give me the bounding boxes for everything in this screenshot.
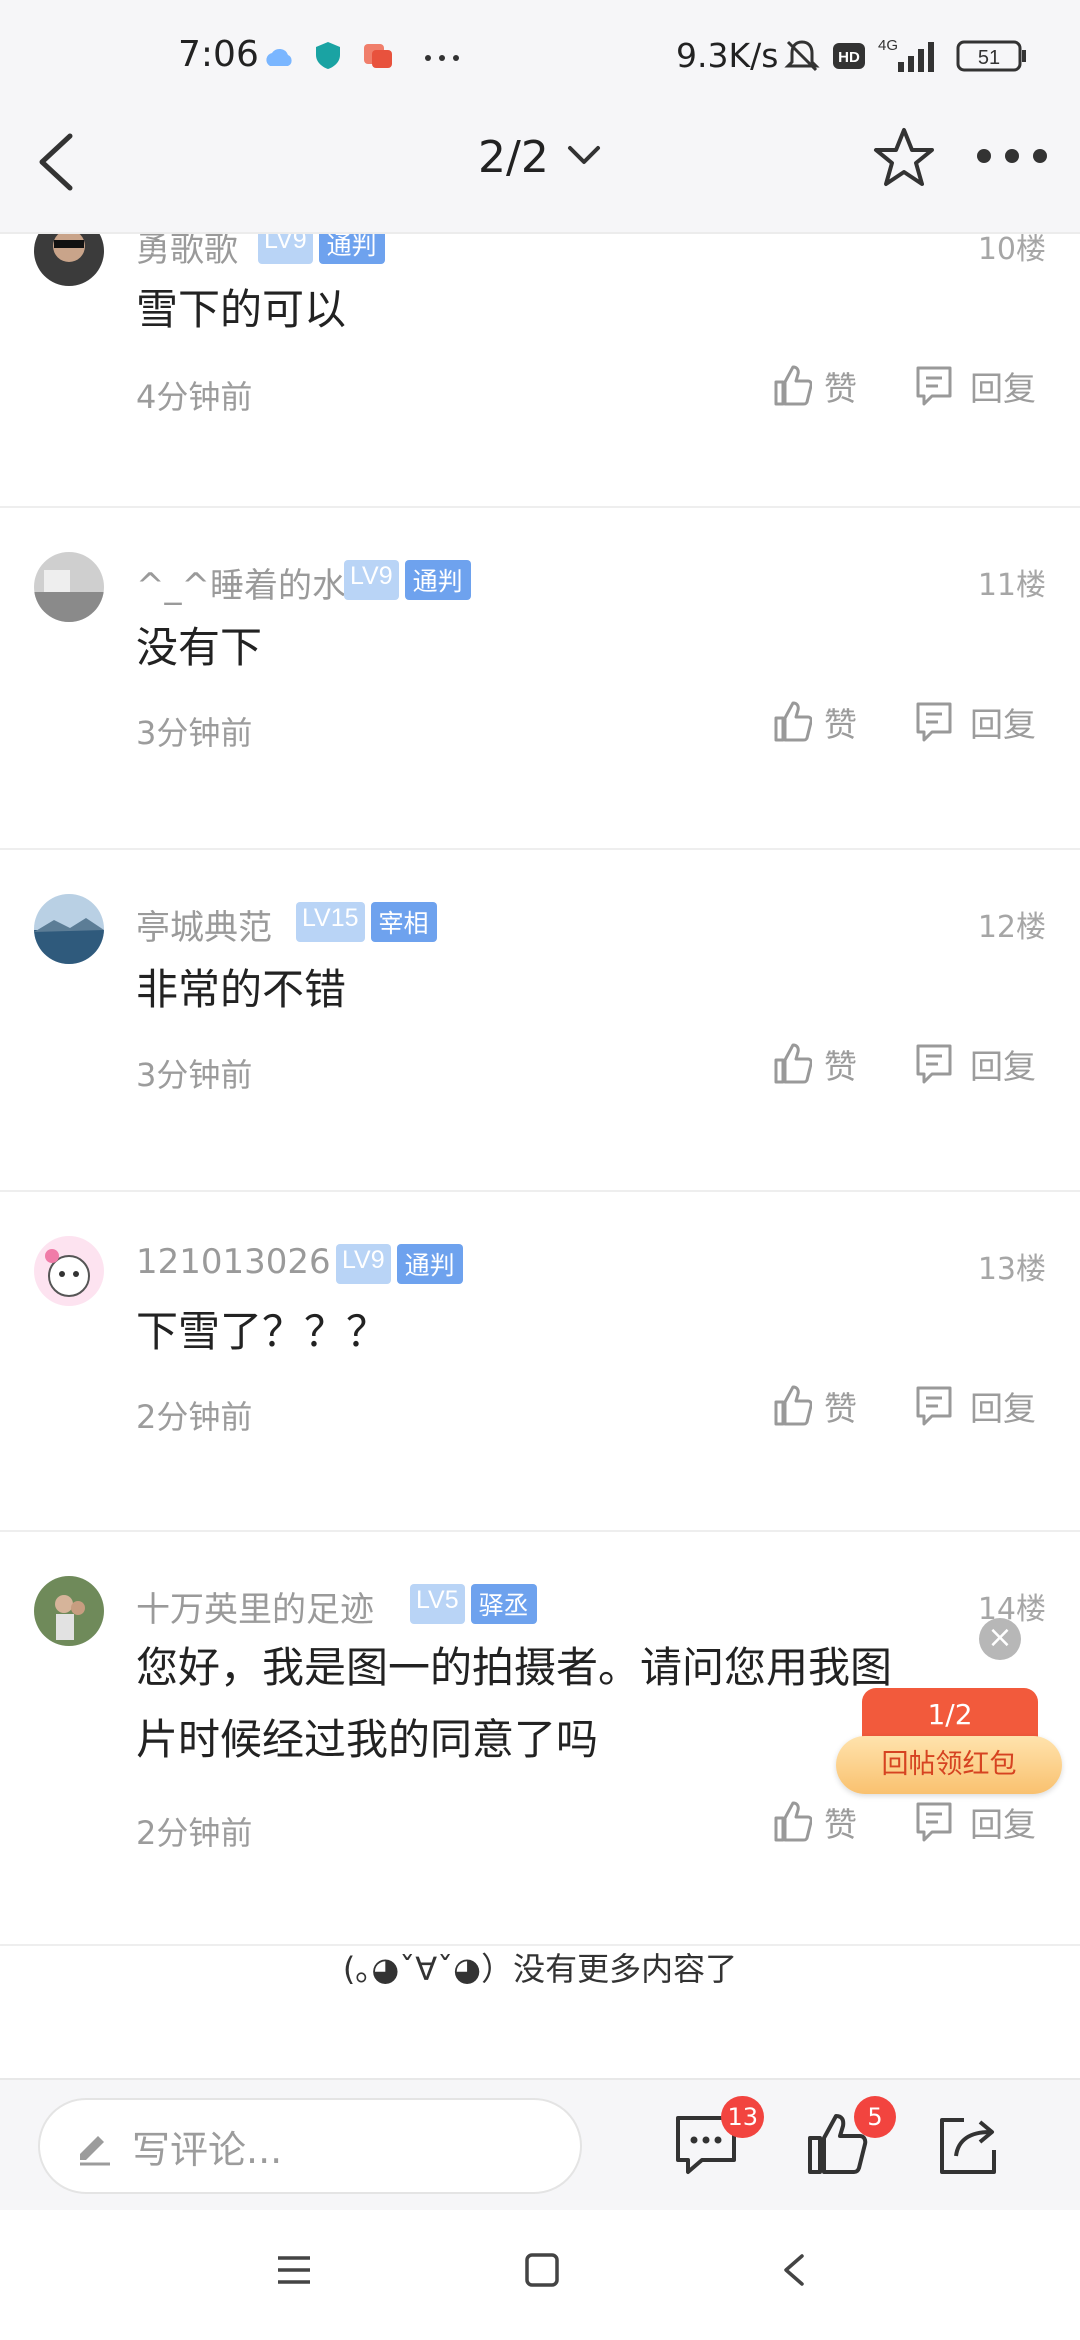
status-bar: 7:06 9.3K/s HD 4G 51 <box>0 0 1080 90</box>
thumbs-up-icon <box>774 701 812 742</box>
reply-button[interactable]: 回复 <box>914 1382 1036 1430</box>
rank-badge: 宰相 <box>370 902 437 942</box>
avatar[interactable] <box>34 552 104 622</box>
comment-time: 3分钟前 <box>136 714 253 752</box>
shield-icon <box>316 42 340 69</box>
comment-placeholder: 写评论... <box>132 2127 283 2172</box>
thumbs-up-icon <box>774 1801 812 1842</box>
svg-text:HD: HD <box>838 49 860 66</box>
rank-badge: 通判 <box>396 1244 463 1284</box>
reply-bubble-icon <box>916 702 952 742</box>
like-button[interactable]: 赞 <box>772 698 857 746</box>
thumbs-up-icon <box>774 1043 812 1084</box>
bottom-toolbar: 写评论... 13 5 <box>0 2078 1080 2210</box>
red-packet-close-button[interactable]: × <box>979 1618 1021 1660</box>
hd-icon: HD <box>833 43 865 69</box>
reply-button[interactable]: 回复 <box>914 698 1036 746</box>
nav-back-icon[interactable] <box>774 2250 814 2290</box>
level-badge: LV15 <box>296 902 365 942</box>
system-nav-bar <box>0 2210 1080 2340</box>
username[interactable]: 121013026 <box>136 1242 331 1282</box>
rank-badge: 通判 <box>318 234 385 264</box>
like-button[interactable]: 赞 <box>772 362 857 410</box>
username[interactable]: 亭城典范 <box>136 900 272 949</box>
comment-time: 3分钟前 <box>136 1056 253 1094</box>
back-icon[interactable] <box>28 126 88 198</box>
share-icon <box>940 2118 996 2174</box>
likes-count-badge: 5 <box>854 2096 896 2138</box>
svg-text:51: 51 <box>978 47 1000 69</box>
battery-icon: 51 <box>956 40 1026 72</box>
level-badge: LV9 <box>336 1244 391 1284</box>
comment-text: 没有下 <box>136 623 263 672</box>
svg-text:4G: 4G <box>878 37 898 54</box>
comment-time: 2分钟前 <box>136 1814 253 1852</box>
comments-button[interactable]: 13 <box>672 2096 764 2180</box>
comment-item: ^_^睡着的水 LV9 通判 11楼 没有下 3分钟前 赞 回复 <box>0 508 1080 850</box>
thumbs-up-icon <box>774 1385 812 1426</box>
reply-button[interactable]: 回复 <box>914 1040 1036 1088</box>
avatar[interactable] <box>34 1236 104 1306</box>
home-icon[interactable] <box>522 2250 562 2290</box>
floor-number: 10楼 <box>977 234 1046 267</box>
pencil-icon <box>80 2136 110 2166</box>
level-badge: LV9 <box>258 234 313 264</box>
like-post-button[interactable]: 5 <box>804 2096 896 2180</box>
level-badge: LV9 <box>344 560 399 600</box>
reply-bubble-icon <box>916 1044 952 1084</box>
comment-time: 2分钟前 <box>136 1398 253 1436</box>
signal-icon: 4G <box>878 37 934 72</box>
more-options-icon[interactable] <box>976 148 1048 164</box>
username[interactable]: ^_^睡着的水 <box>136 558 346 607</box>
network-speed: 9.3K/s <box>676 36 779 75</box>
level-badge: LV5 <box>410 1584 465 1624</box>
avatar[interactable] <box>34 1576 104 1646</box>
comment-text: 下雪了？？？ <box>136 1307 389 1356</box>
red-packet-button[interactable]: 回帖领红包 <box>836 1736 1062 1794</box>
no-more-content-message: (｡◕ˇ∀ˇ◕）没有更多内容了 <box>342 1950 738 1988</box>
username[interactable]: 十万英里的足迹 <box>136 1582 374 1631</box>
comment-time: 4分钟前 <box>136 378 253 416</box>
comment-item: 121013026 LV9 通判 13楼 下雪了？？？ 2分钟前 赞 回复 <box>0 1192 1080 1532</box>
rank-badge: 通判 <box>404 560 471 600</box>
avatar[interactable] <box>34 234 104 286</box>
comment-item: 勇歌歌 LV9 通判 10楼 雪下的可以 4分钟前 赞 回复 <box>0 234 1080 508</box>
reply-button[interactable]: 回复 <box>914 362 1036 410</box>
more-notifications-icon <box>425 55 459 61</box>
menu-icon[interactable] <box>274 2250 314 2290</box>
comment-text: 非常的不错 <box>136 965 347 1014</box>
username[interactable]: 勇歌歌 <box>136 234 238 271</box>
cloud-icon <box>266 48 292 66</box>
status-time: 7:06 <box>178 34 259 75</box>
avatar[interactable] <box>34 894 104 964</box>
chevron-down-icon[interactable] <box>564 140 604 170</box>
comments-count-badge: 13 <box>721 2096 764 2138</box>
thumbs-up-icon <box>774 365 812 406</box>
reply-bubble-icon <box>916 1386 952 1426</box>
like-button[interactable]: 赞 <box>772 1382 857 1430</box>
floor-number: 12楼 <box>977 910 1046 945</box>
app-notification-icon <box>364 44 392 68</box>
like-button[interactable]: 赞 <box>772 1040 857 1088</box>
favorite-star-icon[interactable] <box>872 126 936 190</box>
share-button[interactable] <box>934 2110 1004 2180</box>
mute-bell-icon <box>784 40 820 72</box>
comment-input[interactable]: 写评论... <box>38 2098 582 2194</box>
reply-bubble-icon <box>916 366 952 406</box>
page-indicator[interactable]: 2/2 <box>478 132 549 183</box>
red-packet-widget[interactable]: 1/2 回帖领红包 <box>836 1688 1062 1808</box>
rank-badge: 驿丞 <box>470 1584 537 1624</box>
comment-text: 雪下的可以 <box>136 285 347 334</box>
floor-number: 11楼 <box>977 568 1046 603</box>
thread-header: 2/2 <box>0 90 1080 234</box>
floor-number: 13楼 <box>977 1252 1046 1287</box>
comment-item: 亭城典范 LV15 宰相 12楼 非常的不错 3分钟前 赞 回复 <box>0 850 1080 1192</box>
